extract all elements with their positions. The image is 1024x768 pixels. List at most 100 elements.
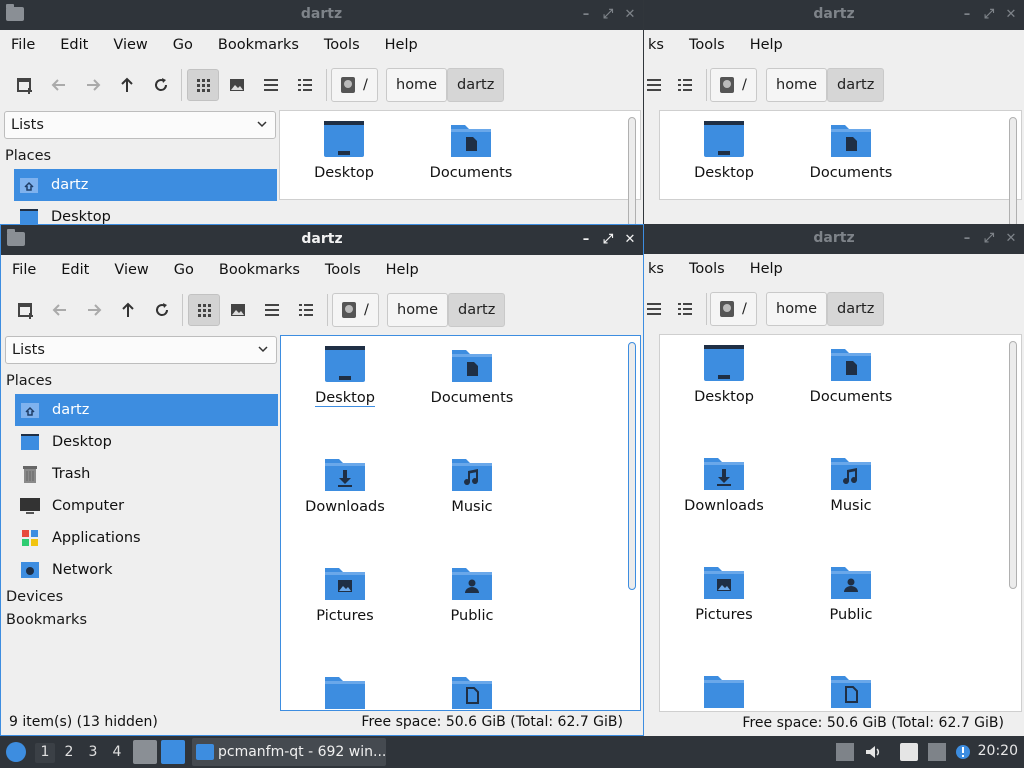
file-view[interactable]: Desktop Documents — [279, 110, 641, 224]
path-home-button[interactable]: home — [766, 292, 828, 326]
maximize-button[interactable]: ⤢ — [599, 5, 617, 23]
new-tab-button[interactable] — [9, 69, 41, 101]
menu-help[interactable]: Help — [743, 261, 790, 277]
file-view[interactable]: Desktop Documents Downloads Music Pictur… — [280, 335, 641, 711]
titlebar[interactable]: dartz – ⤢ ✕ — [644, 224, 1024, 254]
forward-button[interactable] — [77, 69, 109, 101]
workspace-4[interactable]: 4 — [107, 743, 127, 763]
reload-button[interactable] — [146, 294, 178, 326]
file-item[interactable] — [664, 670, 784, 716]
file-item[interactable]: Downloads — [664, 452, 784, 514]
close-button[interactable]: ✕ — [621, 230, 639, 248]
side-pane-mode-select[interactable]: Lists — [4, 111, 276, 139]
path-root-button[interactable]: / — [331, 68, 378, 102]
menu-file[interactable]: File — [4, 37, 42, 53]
network-status-icon[interactable] — [928, 743, 946, 761]
detailed-view-button[interactable] — [644, 69, 670, 101]
up-button[interactable] — [112, 294, 144, 326]
close-button[interactable]: ✕ — [621, 5, 639, 23]
place-item-dartz[interactable]: dartz — [14, 169, 277, 201]
titlebar[interactable]: dartz – ⤢ ✕ — [644, 0, 1024, 30]
place-item-dartz[interactable]: dartz — [15, 394, 278, 426]
forward-button[interactable] — [78, 294, 110, 326]
path-home-button[interactable]: home — [387, 293, 449, 327]
window-top-right[interactable]: dartz – ⤢ ✕ ks Tools Help / home dartz D… — [644, 0, 1024, 224]
path-home-button[interactable]: home — [386, 68, 448, 102]
up-button[interactable] — [111, 69, 143, 101]
icon-view-button[interactable] — [187, 69, 219, 101]
file-item[interactable]: Documents — [412, 344, 532, 406]
menu-go[interactable]: Go — [167, 262, 201, 278]
show-desktop-icon[interactable] — [161, 740, 185, 764]
titlebar[interactable]: dartz – ⤢ ✕ — [0, 0, 643, 30]
workspace-1[interactable]: 1 — [35, 743, 55, 763]
menu-file[interactable]: File — [5, 262, 43, 278]
back-button[interactable] — [44, 294, 76, 326]
menu-view[interactable]: View — [106, 37, 154, 53]
bookmarks-heading[interactable]: Bookmarks — [6, 612, 87, 628]
back-button[interactable] — [43, 69, 75, 101]
notification-icon[interactable] — [954, 743, 972, 761]
path-root-button[interactable]: / — [710, 292, 757, 326]
window-top-left[interactable]: dartz – ⤢ ✕ File Edit View Go Bookmarks … — [0, 0, 643, 224]
clipboard-icon[interactable] — [900, 743, 918, 761]
minimize-button[interactable]: – — [958, 5, 976, 23]
window-bottom-right[interactable]: dartz – ⤢ ✕ ks Tools Help / home dartz D… — [644, 224, 1024, 736]
file-item[interactable]: Public — [412, 562, 532, 624]
path-current-button[interactable]: dartz — [827, 292, 885, 326]
place-item-computer[interactable]: Computer — [15, 490, 278, 522]
file-item[interactable]: Desktop — [285, 344, 405, 407]
devices-heading[interactable]: Devices — [6, 589, 63, 605]
file-manager-launcher-icon[interactable] — [133, 740, 157, 764]
volume-icon[interactable] — [864, 743, 882, 761]
file-item[interactable] — [791, 670, 911, 716]
file-item[interactable]: Music — [412, 453, 532, 515]
reload-button[interactable] — [145, 69, 177, 101]
scrollbar[interactable] — [1009, 341, 1017, 589]
detailed-view-button[interactable] — [289, 69, 321, 101]
workspace-2[interactable]: 2 — [59, 743, 79, 763]
menu-help[interactable]: Help — [378, 37, 425, 53]
compact-view-button[interactable] — [256, 294, 288, 326]
path-current-button[interactable]: dartz — [447, 68, 505, 102]
path-current-button[interactable]: dartz — [448, 293, 506, 327]
place-item-desktop[interactable]: Desktop — [15, 426, 278, 458]
maximize-button[interactable]: ⤢ — [980, 5, 998, 23]
file-item[interactable]: Desktop — [664, 119, 784, 181]
place-item-trash[interactable]: Trash — [15, 458, 278, 490]
file-item[interactable]: Downloads — [285, 453, 405, 515]
scrollbar[interactable] — [1009, 117, 1017, 224]
compact-view-button[interactable] — [669, 69, 701, 101]
place-item-applications[interactable]: Applications — [15, 522, 278, 554]
scrollbar[interactable] — [628, 342, 636, 590]
file-item[interactable]: Pictures — [285, 562, 405, 624]
titlebar[interactable]: dartz – ⤢ ✕ — [1, 225, 643, 255]
workspace-3[interactable]: 3 — [83, 743, 103, 763]
icon-view-button[interactable] — [188, 294, 220, 326]
menu-tools[interactable]: Tools — [317, 37, 367, 53]
eject-icon[interactable] — [836, 743, 854, 761]
file-item[interactable]: Public — [791, 561, 911, 623]
new-tab-button[interactable] — [10, 294, 42, 326]
file-item[interactable]: Desktop — [284, 119, 404, 181]
menu-help[interactable]: Help — [743, 37, 790, 53]
file-item[interactable]: Documents — [411, 119, 531, 181]
file-item[interactable]: Pictures — [664, 561, 784, 623]
file-item[interactable]: Desktop — [664, 343, 784, 405]
start-menu-button[interactable] — [6, 742, 26, 762]
menu-view[interactable]: View — [107, 262, 155, 278]
window-active[interactable]: dartz – ⤢ ✕ File Edit View Go Bookmarks … — [0, 224, 644, 736]
menu-tools[interactable]: Tools — [682, 37, 732, 53]
menu-bookmarks[interactable]: Bookmarks — [211, 37, 306, 53]
maximize-button[interactable]: ⤢ — [599, 230, 617, 248]
file-item[interactable]: Music — [791, 452, 911, 514]
thumbnail-view-button[interactable] — [221, 69, 253, 101]
path-root-button[interactable]: / — [710, 68, 757, 102]
file-item[interactable]: Documents — [791, 119, 911, 181]
file-item[interactable]: Documents — [791, 343, 911, 405]
compact-view-button[interactable] — [669, 293, 701, 325]
menu-go[interactable]: Go — [166, 37, 200, 53]
menu-tools[interactable]: Tools — [682, 261, 732, 277]
menu-edit[interactable]: Edit — [54, 262, 96, 278]
minimize-button[interactable]: – — [577, 5, 595, 23]
